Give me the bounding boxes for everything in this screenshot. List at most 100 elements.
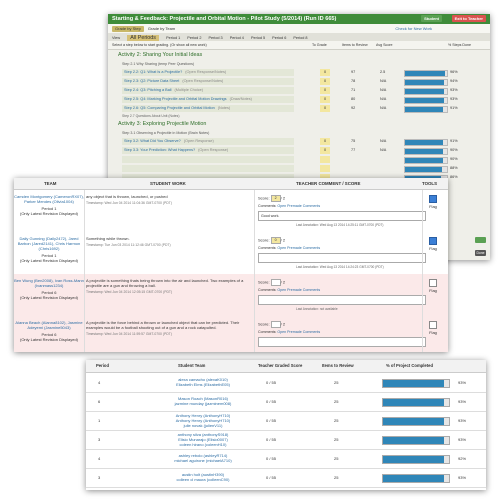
items-to-review: 80 — [351, 97, 356, 101]
percent-completed: 93% — [458, 380, 467, 385]
student-work: A projectile is the force behind a throw… — [86, 320, 252, 337]
score-input[interactable]: 0 — [270, 237, 281, 244]
score-label: Score: — [258, 321, 271, 327]
comments-line: Comments: Open Premade Comments — [258, 288, 320, 292]
work-row: Ben Wung (Ben2008), Ivan Ross-Mann (Ivan… — [14, 274, 448, 317]
student-team-names[interactable]: ashley rebolo (ashleyR714) michael aguiro… — [138, 453, 268, 463]
student-team-names[interactable]: alexa camacho (alexaK010) Elizabeth Elms … — [138, 377, 268, 387]
team-members[interactable]: Ben Wung (Ben2008), Ivan Ross-Mann (Ivan… — [14, 278, 84, 288]
tab-period-8[interactable]: Period 8 — [293, 36, 307, 40]
student-link[interactable]: coleen hirano (coleenH10) — [138, 442, 268, 447]
step-table-header: Select a step below to start grading. (O… — [108, 41, 490, 50]
step-name[interactable]: Step 2.3: Q2: Picture Data Sheet — [124, 79, 179, 83]
team-members[interactable]: Daily Gunning (Daily2472), Jared Barbon … — [14, 236, 84, 251]
flag-tool[interactable]: Flag — [424, 237, 442, 251]
premade-comments-link[interactable]: Open Premade Comments — [277, 246, 320, 250]
to-grade-count: 0 — [320, 87, 330, 94]
score-input[interactable]: 2 — [270, 195, 281, 202]
flag-checkbox[interactable] — [429, 321, 437, 329]
comment-textarea[interactable] — [258, 295, 426, 305]
percent-done: 90% — [450, 157, 458, 161]
step-name[interactable]: Step 2.4: Q3: Pitching a Ball — [124, 88, 172, 92]
progress-fill — [383, 456, 444, 463]
student-team-names[interactable]: Mason Roach (MasonR016) jazmine munday (j… — [138, 396, 268, 406]
step-link[interactable]: Step 2.6: Q5: Comparing Projectile and O… — [122, 105, 294, 112]
flag-checkbox[interactable] — [429, 279, 437, 287]
step-link[interactable]: Step 2.5: Q4: Marking Projectile and Orb… — [122, 96, 294, 103]
premade-comments-link[interactable]: Open Premade Comments — [277, 288, 320, 292]
student-team-names[interactable]: anthony silva (anthonyS918) Elisio Munara… — [138, 432, 268, 447]
items-review: 25 — [334, 399, 339, 404]
step-name[interactable]: Step 3.3: Your Prediction: What Happens? — [124, 148, 195, 152]
comment-textarea[interactable] — [258, 337, 426, 347]
comment-textarea[interactable] — [258, 253, 426, 263]
tab-period-1[interactable]: Period 1 — [166, 36, 180, 40]
col-items-to-review: Items to Review — [322, 363, 354, 368]
step-link[interactable]: Step 2.4: Q3: Pitching a Ball (Multiple C… — [122, 87, 294, 94]
side-button[interactable] — [475, 237, 486, 243]
step-link[interactable] — [122, 165, 294, 172]
comments-label: Comments: — [258, 246, 278, 250]
comment-textarea[interactable]: Good work. — [258, 211, 426, 221]
step-link[interactable]: Step 2.2: Q1: What Is a Projectile? (Open… — [122, 69, 294, 76]
score-input[interactable] — [270, 321, 281, 328]
flag-tool[interactable]: Flag — [424, 321, 442, 335]
flag-label: Flag — [429, 204, 437, 209]
step-link[interactable]: Step 2.3: Q2: Picture Data Sheet (Open Re… — [122, 78, 294, 85]
tab-period-2[interactable]: Period 2 — [187, 36, 201, 40]
to-grade-count — [320, 156, 330, 163]
divider — [84, 232, 85, 274]
flag-tool[interactable]: Flag — [424, 279, 442, 293]
score-input[interactable] — [270, 279, 281, 286]
team-members[interactable]: Camden Montgomery (CameronRX07), Parker … — [14, 194, 84, 204]
avg-score: N/A — [380, 106, 387, 110]
student-team-names[interactable]: austin holt (austinH390) colleen cl maura… — [138, 472, 268, 482]
percent-done: 94% — [450, 79, 458, 83]
student-team-names[interactable]: Anthony Henry (AnthonyH710) Anthony Henry… — [138, 413, 268, 428]
premade-comments-link[interactable]: Open Premade Comments — [277, 204, 320, 208]
student-link[interactable]: Elizabeth Elms (ElizabethE05) — [138, 382, 268, 387]
step-name[interactable]: Step 2.5: Q4: Marking Projectile and Orb… — [124, 97, 227, 101]
exit-to-teacher-button[interactable]: Exit to Teacher — [451, 15, 486, 22]
grade-by-team-button[interactable]: Grade by Team — [148, 26, 175, 31]
grade-by-step-button[interactable]: Grade by Step — [112, 26, 144, 32]
progress-fill — [383, 399, 445, 406]
items-to-review: 92 — [351, 106, 356, 110]
flag-checkbox[interactable] — [429, 237, 437, 245]
revision-note: (Only Latest Revision Displayed) — [19, 258, 79, 263]
tab-view[interactable]: View — [112, 36, 120, 40]
flag-checkbox[interactable] — [429, 195, 437, 203]
period-value: 6 — [98, 399, 101, 404]
flag-tool[interactable]: Flag — [424, 195, 442, 209]
step-name[interactable]: Step 2.6: Q5: Comparing Projectile and O… — [124, 106, 215, 110]
tab-period-4[interactable]: Period 4 — [230, 36, 244, 40]
step-link[interactable]: Step 3.3: Your Prediction: What Happens?… — [122, 147, 294, 154]
progress-bar — [404, 148, 448, 155]
col-student-work: STUDENT WORK — [150, 181, 186, 186]
step-name[interactable]: Step 3.2: What Did You Observe? — [124, 139, 181, 143]
step-link[interactable]: Step 3.2: What Did You Observe? (Open Res… — [122, 138, 294, 145]
tab-period-3[interactable]: Period 3 — [209, 36, 223, 40]
team-members[interactable]: Alanna Beach (Alanna8102), Jasmine Adeye… — [14, 320, 84, 330]
step-row: Step 3.3: Your Prediction: What Happens?… — [108, 146, 490, 155]
student-link[interactable]: julie novak (julienV11) — [138, 423, 268, 428]
check-new-work-link[interactable]: Check for New Work — [395, 24, 432, 33]
tab-period-6[interactable]: Period 6 — [272, 36, 286, 40]
student-link[interactable]: michael aguirone (michaelA710) — [138, 458, 268, 463]
col-student-team: Student Team — [178, 363, 206, 368]
tab-period-5[interactable]: Period 5 — [251, 36, 265, 40]
premade-comments-link[interactable]: Open Premade Comments — [277, 330, 320, 334]
student-link[interactable]: colleen cl maura (colleenC90) — [138, 477, 268, 482]
step-type: (Notes) — [217, 106, 231, 110]
progress-fill — [405, 140, 444, 145]
team-cell: Ben Wung (Ben2008), Ivan Ross-Mann (Ivan… — [14, 278, 84, 300]
step-name[interactable]: Step 2.2: Q1: What Is a Projectile? — [124, 70, 182, 74]
student-button[interactable]: Student — [421, 15, 442, 22]
step-link[interactable] — [122, 156, 294, 163]
done-button[interactable]: Done — [475, 250, 486, 256]
window-title: Starting & Feedback: Projectile and Orbi… — [112, 16, 337, 22]
step-type: (Draw/Notes) — [229, 97, 252, 101]
comments-line: Comments: Open Premade Comments — [258, 204, 320, 208]
student-link[interactable]: jazmine munday (jazminem008) — [138, 401, 268, 406]
score-label: Score: — [258, 195, 271, 201]
